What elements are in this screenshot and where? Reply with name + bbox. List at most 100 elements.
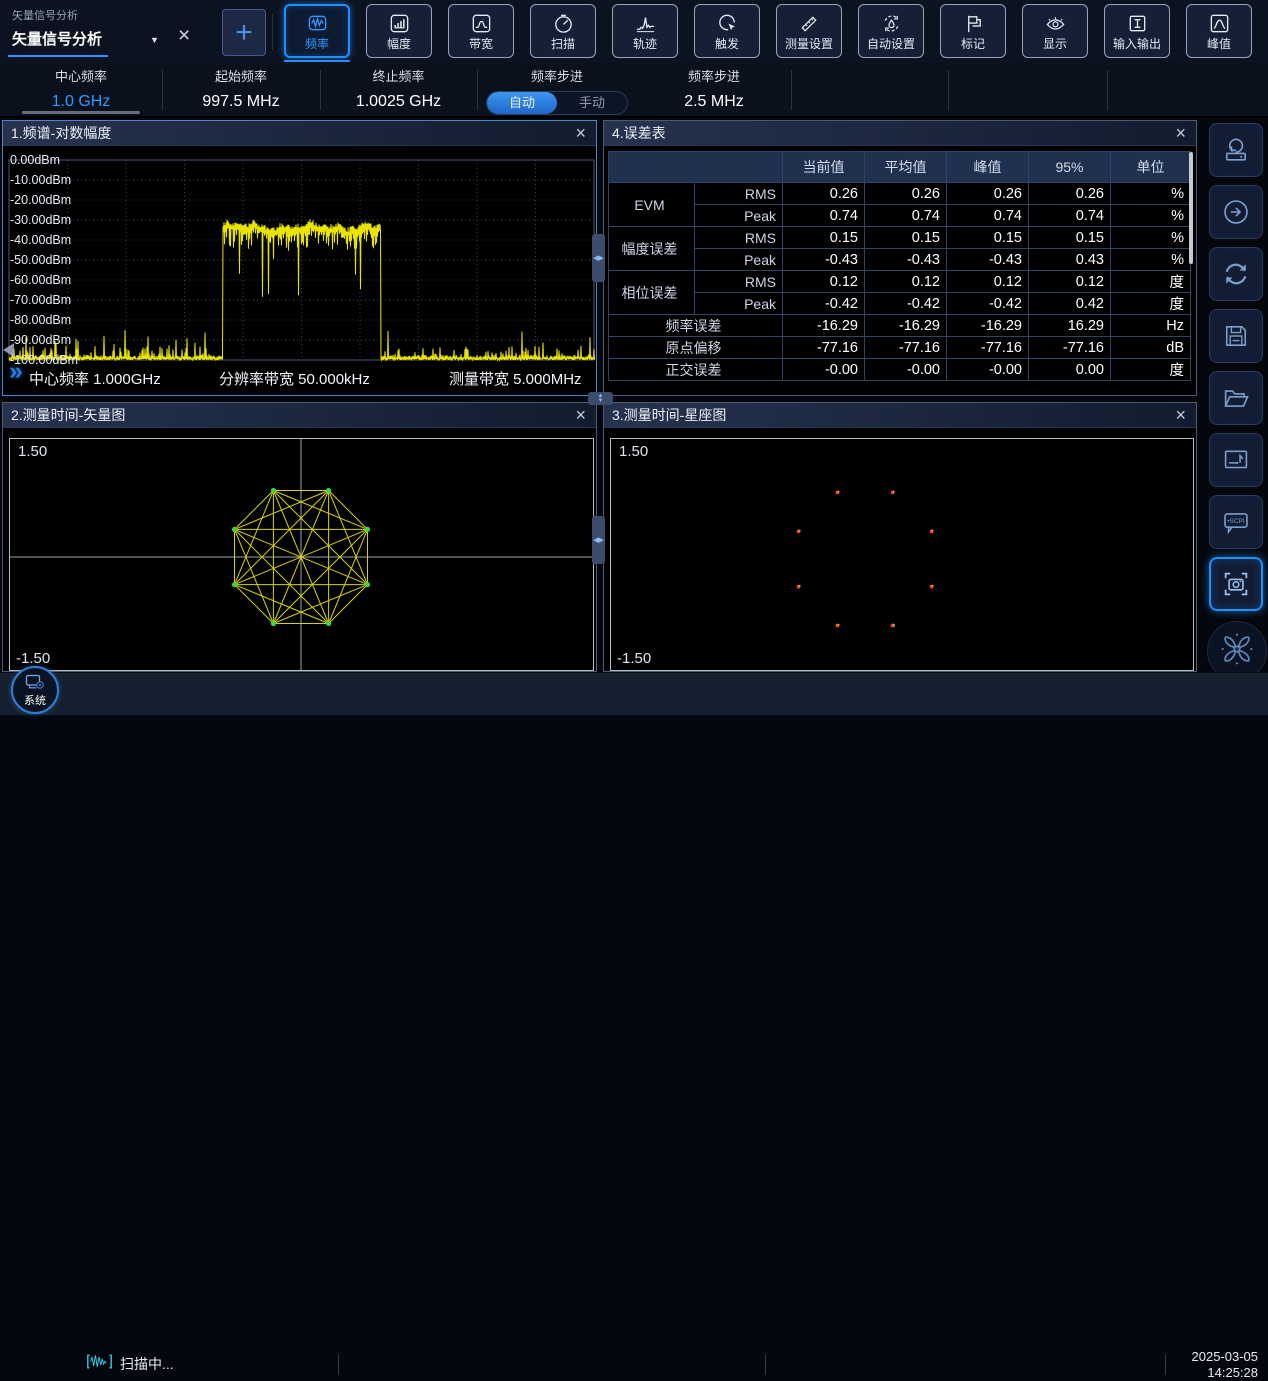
error-unit-cell: % xyxy=(1111,205,1191,227)
continuous-run-icon xyxy=(1221,259,1251,289)
param-divider xyxy=(1107,70,1108,110)
table-row: EVMRMS0.260.260.260.26% xyxy=(609,183,1191,205)
expand-chevrons-icon[interactable]: » xyxy=(9,357,19,386)
scpi-icon: •SCPI xyxy=(1221,507,1251,537)
add-tab-button[interactable]: + xyxy=(222,9,266,56)
error-unit-cell: dB xyxy=(1111,337,1191,359)
status-divider xyxy=(1165,1355,1166,1375)
sidebar-button-window-layout[interactable] xyxy=(1209,433,1263,487)
panel-error-table-header[interactable]: 4.误差表 × xyxy=(604,121,1196,146)
error-row-label: 频率误差 xyxy=(609,315,783,337)
stop-frequency-value[interactable]: 1.0025 GHz xyxy=(320,93,477,111)
constellation-plot-area[interactable]: 1.50 -1.50 xyxy=(604,428,1196,671)
close-icon[interactable]: × xyxy=(1175,406,1186,424)
vertical-splitter-top[interactable]: ◀▶ xyxy=(592,234,605,282)
close-icon[interactable]: × xyxy=(1175,124,1186,142)
horizontal-splitter[interactable]: ▲ ▼ xyxy=(588,392,613,405)
spectrum-y-label: 0.00dBm xyxy=(10,153,60,167)
toolbar-button-input-output[interactable]: 输入输出 xyxy=(1104,4,1170,58)
toggle-option-manual[interactable]: 手动 xyxy=(557,92,627,114)
constellation-plot-box[interactable]: 1.50 -1.50 xyxy=(610,438,1194,671)
vertical-splitter-bottom[interactable]: ◀▶ xyxy=(592,516,605,564)
toolbar-button-auto-setup[interactable]: 自动设置 xyxy=(858,4,924,58)
toolbar-button-trace[interactable]: 轨迹 xyxy=(612,4,678,58)
param-label: 终止频率 xyxy=(320,70,477,84)
toolbar-button-label: 频率 xyxy=(305,38,329,50)
panel-constellation-header[interactable]: 3.测量时间-星座图 × xyxy=(604,403,1196,428)
toolbar-button-label: 带宽 xyxy=(469,38,493,50)
splitter-down-icon: ▼ xyxy=(598,399,604,404)
toolbar-button-bandwidth[interactable]: 带宽 xyxy=(448,4,514,58)
table-scrollbar[interactable] xyxy=(1189,152,1193,264)
error-value-cell: 0.74 xyxy=(865,205,947,227)
sidebar-button-save[interactable] xyxy=(1209,309,1263,363)
error-sub-label: RMS xyxy=(695,183,783,205)
vector-plot-area[interactable]: 1.50 -1.50 xyxy=(3,428,596,671)
peak-icon xyxy=(1208,12,1231,35)
panel-vector-header[interactable]: 2.测量时间-矢量图 × xyxy=(3,403,596,428)
single-run-icon xyxy=(1221,197,1251,227)
toolbar-button-display[interactable]: 显示 xyxy=(1022,4,1088,58)
sidebar-button-continuous-run[interactable] xyxy=(1209,247,1263,301)
bandwidth-icon xyxy=(470,12,493,35)
footer-mbw: 测量带宽 5.000MHz xyxy=(449,368,582,389)
spectrum-y-label: -30.00dBm xyxy=(10,213,71,227)
spectrum-y-label: -90.00dBm xyxy=(10,333,71,347)
vector-plot-box[interactable]: 1.50 -1.50 xyxy=(9,438,594,671)
toolbar-button-trigger[interactable]: 触发 xyxy=(694,4,760,58)
error-sub-label: Peak xyxy=(695,205,783,227)
error-value-cell: 0.26 xyxy=(783,183,865,205)
table-row: Peak-0.42-0.42-0.420.42度 xyxy=(609,293,1191,315)
toolbar-button-frequency[interactable]: 频率 xyxy=(284,4,350,58)
status-bar: 扫描中... 2025-03-05 14:25:28 xyxy=(0,672,1268,715)
tab-close-icon[interactable]: × xyxy=(178,24,190,48)
error-table-column-header: 峰值 xyxy=(947,152,1029,183)
toggle-option-auto[interactable]: 自动 xyxy=(487,92,557,114)
table-row: 频率误差-16.29-16.29-16.2916.29Hz xyxy=(609,315,1191,337)
error-value-cell: 0.00 xyxy=(1029,359,1111,381)
error-value-cell: -0.43 xyxy=(947,249,1029,271)
error-row-label: 正交误差 xyxy=(609,359,783,381)
error-unit-cell: 度 xyxy=(1111,359,1191,381)
error-value-cell: 0.42 xyxy=(1029,293,1111,315)
toolbar-button-marker[interactable]: 标记 xyxy=(940,4,1006,58)
error-value-cell: -16.29 xyxy=(783,315,865,337)
auto-setup-icon xyxy=(880,12,903,35)
sidebar-button-open-file[interactable] xyxy=(1209,371,1263,425)
sidebar-button-preset[interactable] xyxy=(1209,123,1263,177)
top-toolbar: 矢量信号分析 矢量信号分析 ▼ × + 频率幅度带宽扫描轨迹触发测量设置自动设置… xyxy=(0,0,1268,63)
spectrum-y-label: -50.00dBm xyxy=(10,253,71,267)
spectrum-plot[interactable] xyxy=(3,146,596,395)
center-frequency-value[interactable]: 1.0 GHz xyxy=(0,93,162,111)
toolbar-button-measure-setup[interactable]: 测量设置 xyxy=(776,4,842,58)
toolbar-button-sweep[interactable]: 扫描 xyxy=(530,4,596,58)
error-value-cell: 0.12 xyxy=(947,271,1029,293)
panel-spectrum-header[interactable]: 1.频谱-对数幅度 × xyxy=(3,121,596,146)
chevron-down-icon[interactable]: ▼ xyxy=(150,35,159,45)
panel-title: 2.测量时间-矢量图 xyxy=(11,405,575,425)
toolbar-button-amplitude[interactable]: 幅度 xyxy=(366,4,432,58)
toolbar-button-peak[interactable]: 峰值 xyxy=(1186,4,1252,58)
close-icon[interactable]: × xyxy=(575,406,586,424)
vector-plot[interactable] xyxy=(10,439,593,670)
param-cell-center-frequency: 中心频率 1.0 GHz xyxy=(0,70,162,111)
error-table-column-header: 当前值 xyxy=(783,152,865,183)
step-frequency-value[interactable]: 2.5 MHz xyxy=(637,93,791,111)
system-button[interactable]: 系统 xyxy=(11,666,59,714)
close-icon[interactable]: × xyxy=(575,124,586,142)
app-tab-title[interactable]: 矢量信号分析 xyxy=(12,28,102,49)
error-value-cell: 16.29 xyxy=(1029,315,1111,337)
error-value-cell: 0.26 xyxy=(947,183,1029,205)
sidebar-button-scpi[interactable]: •SCPI xyxy=(1209,495,1263,549)
table-row: Peak-0.43-0.43-0.430.43% xyxy=(609,249,1191,271)
error-unit-cell: 度 xyxy=(1111,293,1191,315)
sidebar-button-screenshot[interactable] xyxy=(1209,557,1263,611)
param-cell-step-value: 频率步进 2.5 MHz xyxy=(637,70,791,111)
sidebar-button-single-run[interactable] xyxy=(1209,185,1263,239)
spectrum-y-label: -10.00dBm xyxy=(10,173,71,187)
level-marker-icon[interactable] xyxy=(3,343,14,357)
clock: 2025-03-05 14:25:28 xyxy=(1192,1349,1259,1381)
spectrum-plot-area[interactable]: 0.00dBm-10.00dBm-20.00dBm-30.00dBm-40.00… xyxy=(3,146,596,395)
constellation-plot[interactable] xyxy=(611,439,1193,670)
start-frequency-value[interactable]: 997.5 MHz xyxy=(162,93,320,111)
